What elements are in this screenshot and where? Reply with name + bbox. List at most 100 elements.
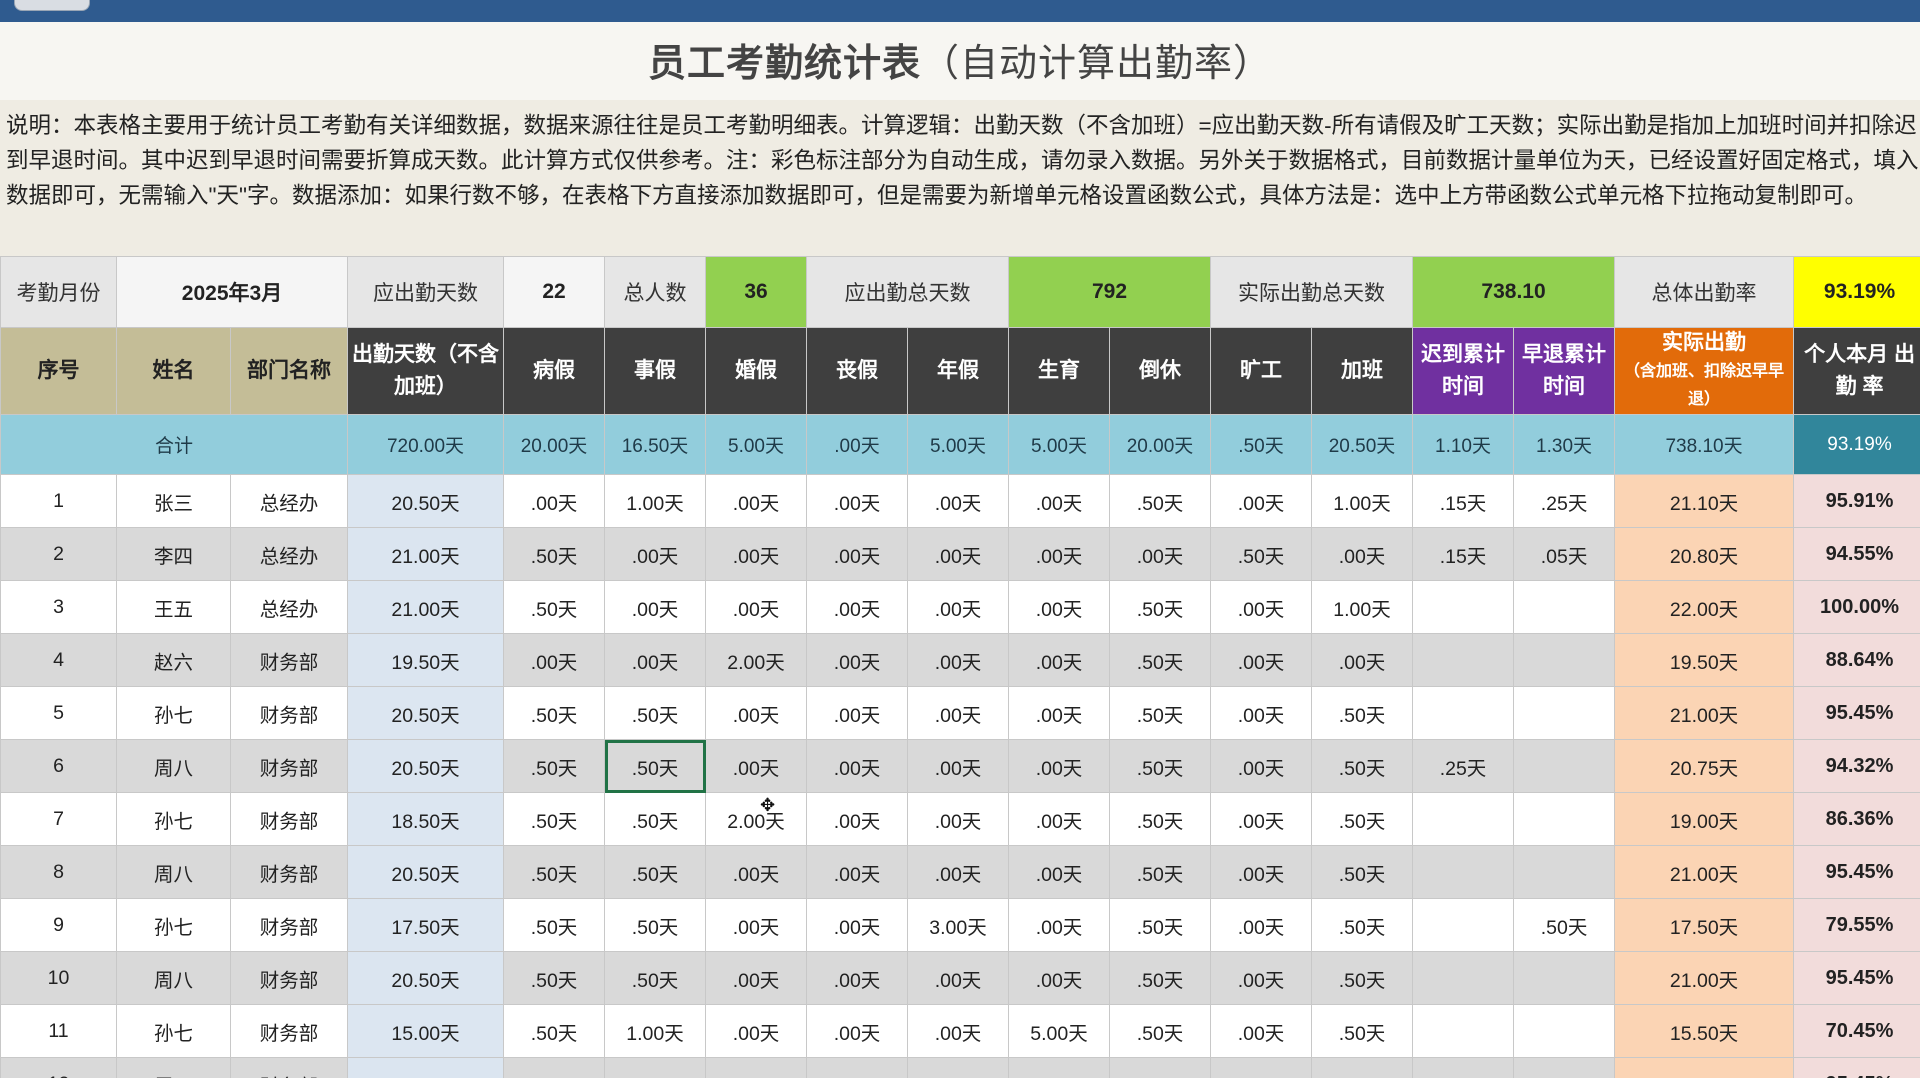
cell-days[interactable]: 20.50天 xyxy=(347,686,504,740)
total-cell[interactable]: 738.10天 xyxy=(1614,414,1795,475)
cell-funeral[interactable]: .00天 xyxy=(806,633,908,687)
people-value[interactable]: 36 xyxy=(705,256,807,328)
cell-early[interactable] xyxy=(1513,1057,1616,1078)
cell-name[interactable]: 周八 xyxy=(116,951,231,1005)
cell-early[interactable] xyxy=(1513,686,1616,740)
cell-dept[interactable]: 总经办 xyxy=(230,580,348,634)
cell-marriage[interactable]: .00天 xyxy=(705,845,807,899)
cell-funeral[interactable]: .00天 xyxy=(806,527,908,581)
cell-rest[interactable]: .50天 xyxy=(1108,580,1212,634)
cell-seq[interactable]: 11 xyxy=(0,1004,117,1058)
cell-annual[interactable]: .00天 xyxy=(907,527,1009,581)
cell-sick[interactable]: .50天 xyxy=(503,898,605,952)
cell-annual[interactable]: .00天 xyxy=(907,1057,1009,1078)
cell-dept[interactable]: 财务部 xyxy=(230,739,348,793)
cell-seq[interactable]: 12 xyxy=(0,1057,117,1078)
cell-dept[interactable]: 财务部 xyxy=(230,845,348,899)
cell-rest[interactable]: .50天 xyxy=(1108,898,1212,952)
header-absent[interactable]: 旷工 xyxy=(1210,327,1313,415)
cell-actual[interactable]: 20.75天 xyxy=(1614,739,1795,793)
cell-maternity[interactable]: .00天 xyxy=(1008,951,1110,1005)
cell-absent[interactable]: .00天 xyxy=(1210,845,1313,899)
cell-maternity[interactable]: .00天 xyxy=(1008,686,1110,740)
cell-sick[interactable]: .50天 xyxy=(503,580,605,634)
cell-early[interactable]: .05天 xyxy=(1513,527,1616,581)
cell-absent[interactable]: .00天 xyxy=(1210,686,1313,740)
cell-early[interactable] xyxy=(1513,845,1616,899)
cell-actual[interactable]: 21.00天 xyxy=(1614,845,1795,899)
cell-actual[interactable]: 19.50天 xyxy=(1614,633,1795,687)
cell-early[interactable]: .25天 xyxy=(1513,474,1616,528)
cell-seq[interactable]: 1 xyxy=(0,474,117,528)
cell-actual[interactable]: 21.00天 xyxy=(1614,951,1795,1005)
cell-overtime[interactable]: .50天 xyxy=(1311,1004,1414,1058)
cell-funeral[interactable]: .00天 xyxy=(806,1004,908,1058)
header-personal[interactable]: 事假 xyxy=(604,327,706,415)
cell-maternity[interactable]: .00天 xyxy=(1008,792,1110,846)
total-rate-cell[interactable]: 93.19% xyxy=(1793,414,1920,475)
cell-funeral[interactable]: .00天 xyxy=(806,845,908,899)
header-maternity[interactable]: 生育 xyxy=(1008,327,1110,415)
cell-late[interactable] xyxy=(1412,633,1515,687)
cell-personal[interactable]: .50天 xyxy=(604,1057,706,1078)
cell-rest[interactable]: .50天 xyxy=(1108,845,1212,899)
cell-marriage[interactable]: .00天 xyxy=(705,1004,807,1058)
month-value[interactable]: 2025年3月 xyxy=(116,256,348,328)
cell-absent[interactable]: .00天 xyxy=(1210,951,1313,1005)
cell-marriage[interactable]: .00天 xyxy=(705,739,807,793)
cell-absent[interactable]: .00天 xyxy=(1210,1057,1313,1078)
cell-name[interactable]: 周八 xyxy=(116,845,231,899)
cell-absent[interactable]: .00天 xyxy=(1210,739,1313,793)
cell-seq[interactable]: 2 xyxy=(0,527,117,581)
cell-overtime[interactable]: .50天 xyxy=(1311,898,1414,952)
cell-funeral[interactable]: .00天 xyxy=(806,1057,908,1078)
total-label[interactable]: 合计 xyxy=(0,414,348,475)
total-days-value[interactable]: 792 xyxy=(1007,256,1212,328)
cell-late[interactable] xyxy=(1412,686,1515,740)
cell-days[interactable]: 17.50天 xyxy=(347,898,504,952)
cell-early[interactable] xyxy=(1513,1004,1616,1058)
cell-maternity[interactable]: .00天 xyxy=(1008,527,1110,581)
cell-funeral[interactable]: .00天 xyxy=(806,792,908,846)
cell-annual[interactable]: .00天 xyxy=(907,845,1009,899)
cell-days[interactable]: 19.50天 xyxy=(347,633,504,687)
cell-rest[interactable]: .50天 xyxy=(1108,686,1212,740)
cell-annual[interactable]: .00天 xyxy=(907,686,1009,740)
cell-rate[interactable]: 95.45% xyxy=(1793,845,1920,899)
cell-rate[interactable]: 95.45% xyxy=(1793,951,1920,1005)
cell-sick[interactable]: .50天 xyxy=(503,686,605,740)
cell-actual[interactable]: 19.00天 xyxy=(1614,792,1795,846)
total-cell[interactable]: 720.00天 xyxy=(347,414,504,475)
header-annual[interactable]: 年假 xyxy=(907,327,1009,415)
cell-absent[interactable]: .50天 xyxy=(1210,527,1313,581)
cell-late[interactable] xyxy=(1412,580,1515,634)
cell-seq[interactable]: 4 xyxy=(0,633,117,687)
cell-funeral[interactable]: .00天 xyxy=(806,580,908,634)
cell-days[interactable]: 21.00天 xyxy=(347,527,504,581)
cell-late[interactable] xyxy=(1412,1004,1515,1058)
cell-rest[interactable]: .00天 xyxy=(1108,527,1212,581)
cell-seq[interactable]: 5 xyxy=(0,686,117,740)
header-dept[interactable]: 部门名称 xyxy=(230,327,348,415)
cell-name[interactable]: 赵六 xyxy=(116,633,231,687)
cell-sick[interactable]: .50天 xyxy=(503,951,605,1005)
cell-seq[interactable]: 7 xyxy=(0,792,117,846)
cell-rate[interactable]: 100.00% xyxy=(1793,580,1920,634)
cell-maternity[interactable]: .00天 xyxy=(1008,633,1110,687)
cell-rest[interactable]: .50天 xyxy=(1108,739,1212,793)
cell-days[interactable]: 18.50天 xyxy=(347,792,504,846)
cell-personal[interactable]: .50天 xyxy=(604,845,706,899)
total-cell[interactable]: 1.10天 xyxy=(1412,414,1515,475)
cell-rate[interactable]: 95.45% xyxy=(1793,1057,1920,1078)
cell-dept[interactable]: 财务部 xyxy=(230,898,348,952)
cell-rate[interactable]: 95.45% xyxy=(1793,686,1920,740)
cell-early[interactable]: .50天 xyxy=(1513,898,1616,952)
cell-dept[interactable]: 财务部 xyxy=(230,633,348,687)
cell-overtime[interactable]: .00天 xyxy=(1311,527,1414,581)
cell-sick[interactable]: .00天 xyxy=(503,633,605,687)
cell-rate[interactable]: 70.45% xyxy=(1793,1004,1920,1058)
cell-early[interactable] xyxy=(1513,951,1616,1005)
header-early[interactable]: 早退累计时间 xyxy=(1513,327,1616,415)
cell-name[interactable]: 孙七 xyxy=(116,1004,231,1058)
header-overtime[interactable]: 加班 xyxy=(1311,327,1414,415)
